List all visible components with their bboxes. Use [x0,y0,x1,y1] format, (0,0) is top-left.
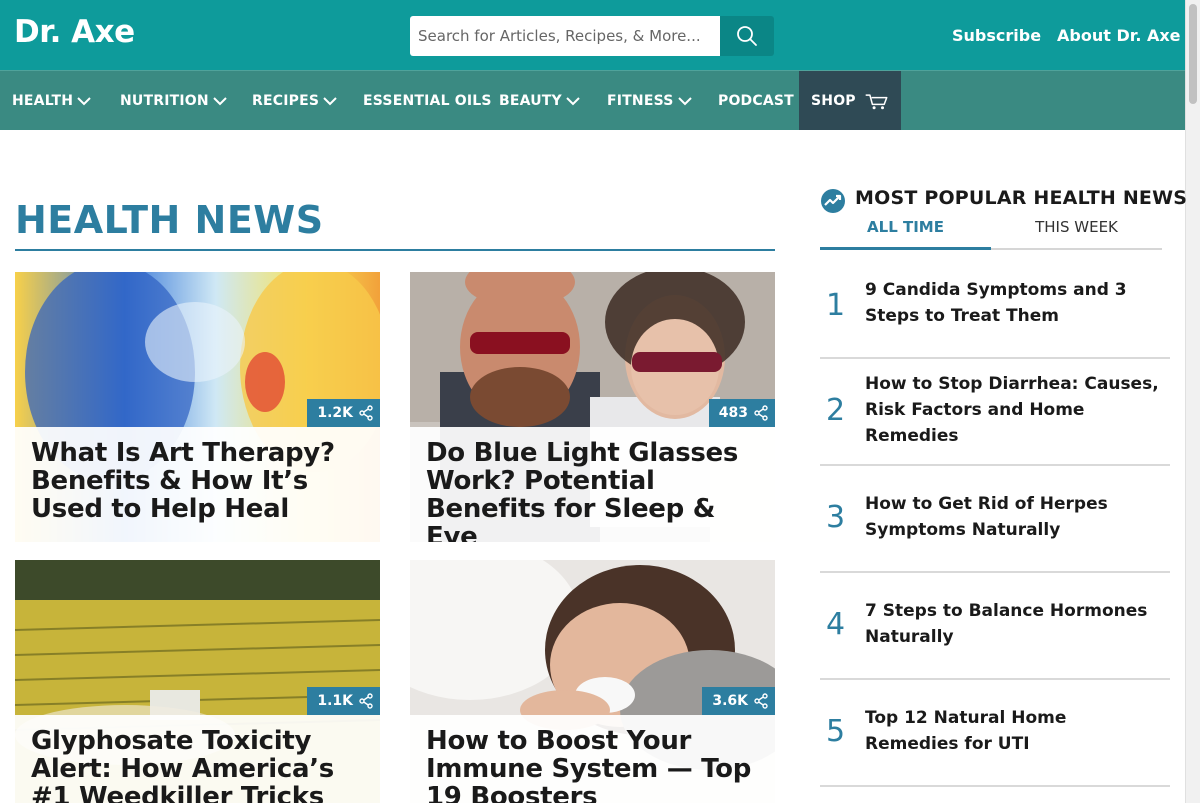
article-card[interactable]: 1.2K What Is Art Therapy? Benefits & How… [15,272,380,542]
popular-rank: 3 [826,500,846,535]
share-icon [754,693,768,709]
trending-icon [821,189,845,213]
popular-title[interactable]: Top 12 Natural Home Remedies for UTI [865,705,1160,757]
popular-item[interactable]: 2 How to Stop Diarrhea: Causes, Risk Fac… [820,359,1170,466]
share-count: 483 [718,405,748,421]
share-icon [754,405,768,421]
article-title[interactable]: Glyphosate Toxicity Alert: How America’s… [31,727,366,803]
popular-rank: 2 [826,393,846,428]
main-nav: HEALTH NUTRITION RECIPES ESSENTIAL OILS … [0,70,1185,130]
share-count: 1.2K [317,405,353,421]
popular-title[interactable]: 9 Candida Symptoms and 3 Steps to Treat … [865,277,1160,329]
tab-this-week[interactable]: THIS WEEK [991,218,1162,250]
nav-item-podcast[interactable]: PODCAST [718,71,794,130]
nav-item-label: FITNESS [607,92,674,109]
page-title: HEALTH NEWS [15,198,324,242]
cart-icon [865,93,888,109]
share-count-badge[interactable]: 1.2K [307,399,380,427]
nav-item-label: HEALTH [12,92,74,109]
popular-rank: 4 [826,607,846,642]
nav-item-label: PODCAST [718,92,794,109]
nav-item-label: SHOP [811,92,856,109]
nav-item-label: NUTRITION [120,92,209,109]
about-link[interactable]: About Dr. Axe [1057,26,1181,45]
site-header: Dr. Axe Subscribe About Dr. Axe [0,0,1185,70]
share-count: 3.6K [712,693,748,709]
share-count-badge[interactable]: 3.6K [702,687,775,715]
search-button[interactable] [720,16,774,56]
article-card[interactable]: 1.1K Glyphosate Toxicity Alert: How Amer… [15,560,380,803]
search-icon [737,26,757,46]
chevron-down-icon [566,96,580,105]
nav-item-health[interactable]: HEALTH [12,71,92,130]
share-count-badge[interactable]: 1.1K [307,687,380,715]
article-caption: Glyphosate Toxicity Alert: How America’s… [15,715,380,803]
subscribe-link[interactable]: Subscribe [952,26,1041,45]
nav-item-recipes[interactable]: RECIPES [252,71,338,130]
article-card[interactable]: 3.6K How to Boost Your Immune System — T… [410,560,775,803]
popular-title[interactable]: How to Stop Diarrhea: Causes, Risk Facto… [865,371,1160,449]
search-bar [410,16,774,56]
article-title[interactable]: Do Blue Light Glasses Work? Potential Be… [426,439,761,542]
nav-item-label: ESSENTIAL OILS [363,92,492,109]
scroll-thumb[interactable] [1189,4,1197,104]
nav-item-shop[interactable]: SHOP [799,71,901,130]
nav-item-essential-oils[interactable]: ESSENTIAL OILS [363,71,492,130]
article-caption: How to Boost Your Immune System — Top 19… [410,715,775,803]
page-scrollbar[interactable] [1185,0,1200,803]
popular-title[interactable]: How to Get Rid of Herpes Symptoms Natura… [865,491,1160,543]
chevron-down-icon [77,96,91,105]
popular-rank: 1 [826,288,846,323]
share-count-badge[interactable]: 483 [708,399,775,427]
tab-all-time[interactable]: ALL TIME [820,218,991,250]
nav-item-label: RECIPES [252,92,320,109]
title-divider [15,249,775,251]
popular-rank: 5 [826,714,846,749]
popular-title[interactable]: 7 Steps to Balance Hormones Naturally [865,598,1160,650]
popular-item[interactable]: 3 How to Get Rid of Herpes Symptoms Natu… [820,466,1170,573]
nav-item-nutrition[interactable]: NUTRITION [120,71,228,130]
share-icon [359,405,373,421]
article-caption: Do Blue Light Glasses Work? Potential Be… [410,427,775,542]
chevron-down-icon [677,96,692,105]
site-logo[interactable]: Dr. Axe [14,14,135,50]
article-title[interactable]: What Is Art Therapy? Benefits & How It’s… [31,439,366,523]
search-input[interactable] [410,16,720,56]
nav-item-label: BEAUTY [499,92,562,109]
article-title[interactable]: How to Boost Your Immune System — Top 19… [426,727,761,803]
nav-item-beauty[interactable]: BEAUTY [499,71,581,130]
chevron-down-icon [323,96,337,105]
article-card[interactable]: 483 Do Blue Light Glasses Work? Potentia… [410,272,775,542]
popular-item[interactable]: 4 7 Steps to Balance Hormones Naturally [820,573,1170,680]
chevron-down-icon [213,96,227,105]
article-caption: What Is Art Therapy? Benefits & How It’s… [15,427,380,542]
popular-item[interactable]: 1 9 Candida Symptoms and 3 Steps to Trea… [820,264,1170,359]
nav-item-fitness[interactable]: FITNESS [607,71,693,130]
sidebar-title: MOST POPULAR HEALTH NEWS [855,187,1188,209]
share-icon [359,693,373,709]
popular-item[interactable]: 5 Top 12 Natural Home Remedies for UTI [820,680,1170,787]
share-count: 1.1K [317,693,353,709]
